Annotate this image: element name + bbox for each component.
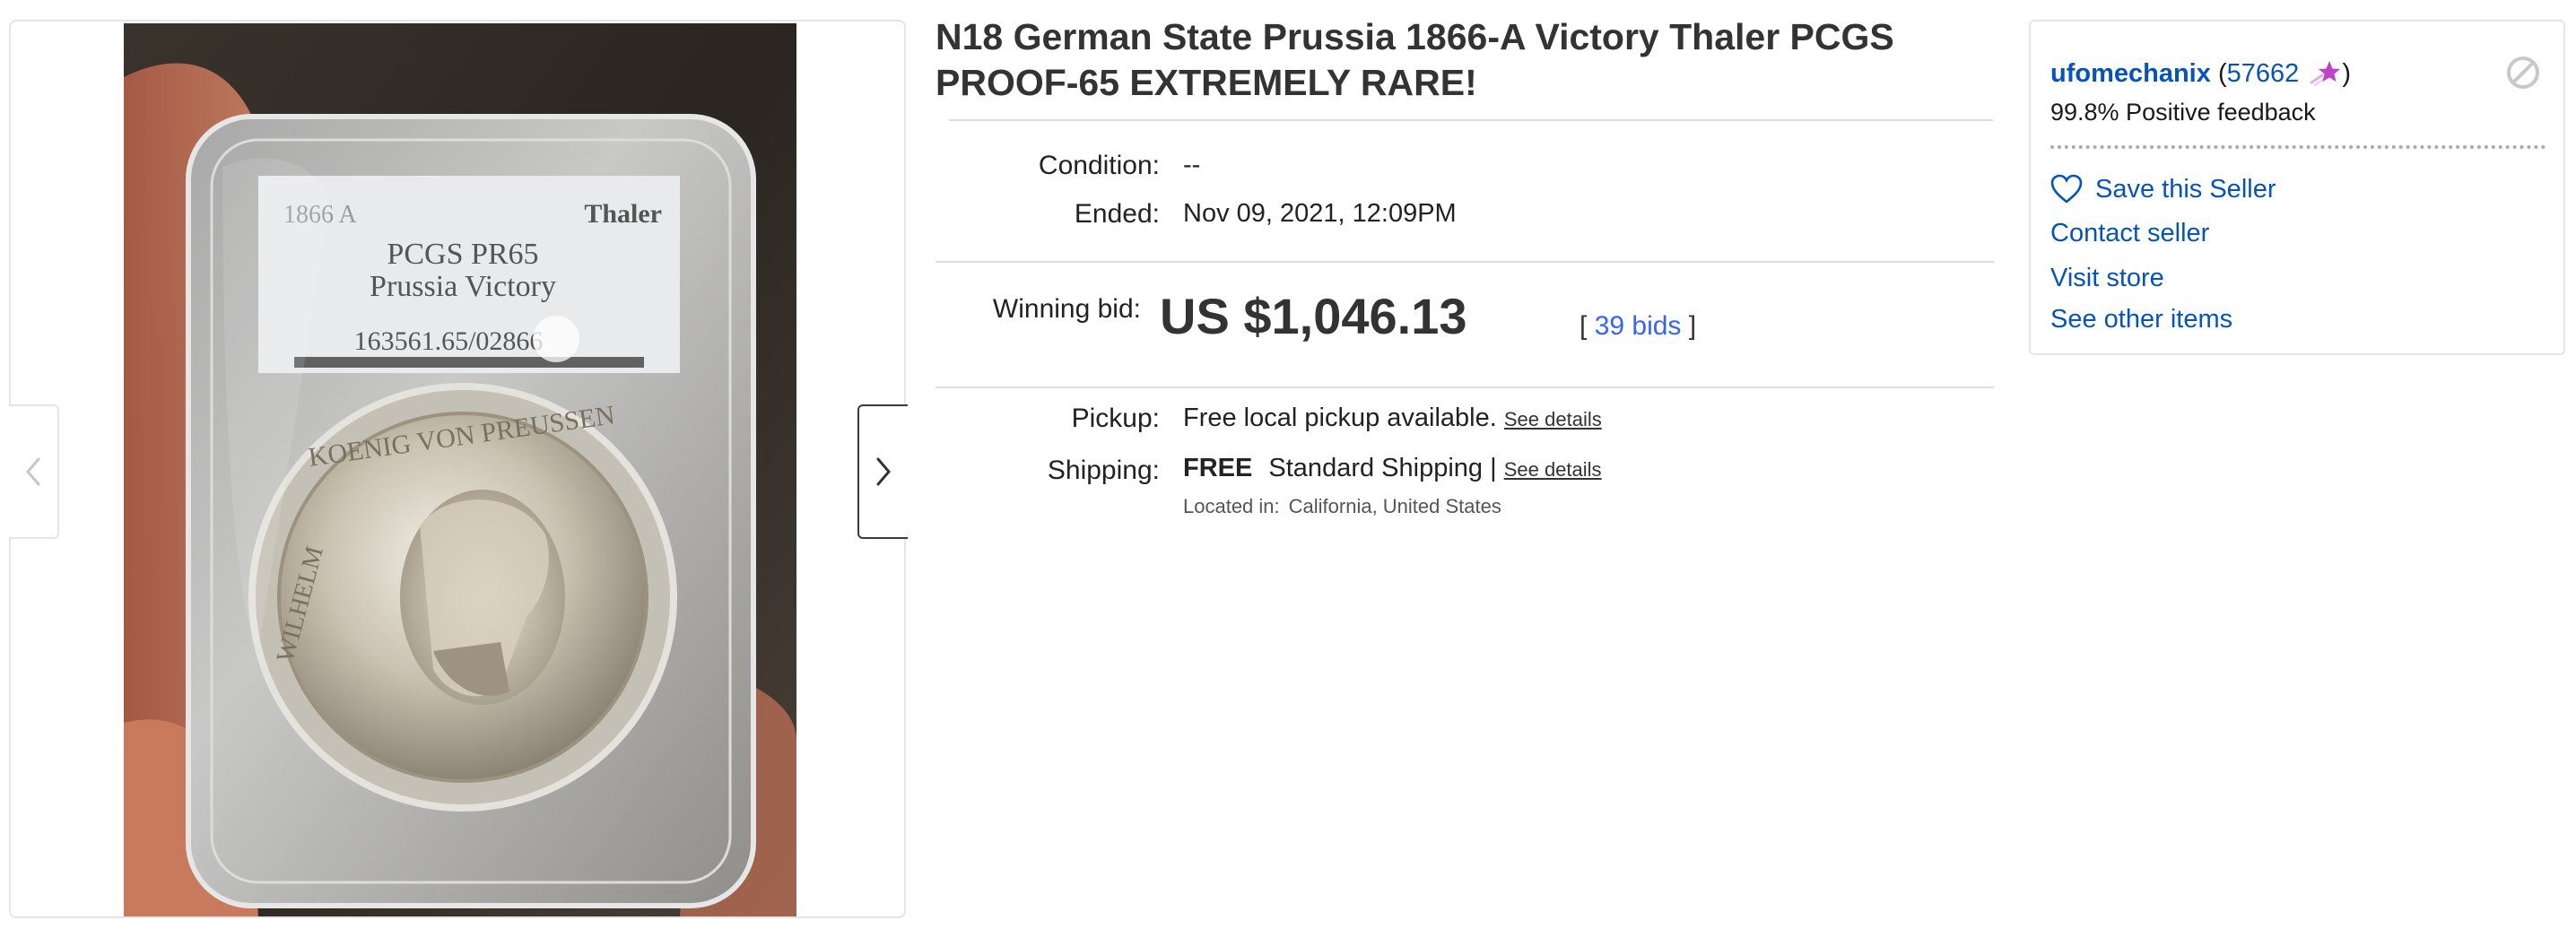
condition-value: -- [1183,151,1201,179]
ended-label: Ended: [1074,199,1160,229]
seller-info-card: ufomechanix (57662 ) 99.8% Positive feed… [2029,20,2565,355]
coin-slab-photo[interactable]: 1866 A Thaler PCGS PR65 Prussia Victory … [124,23,796,916]
slab-denomination-text: Thaler [584,199,662,229]
chevron-left-icon [26,457,40,486]
image-gallery: 1866 A Thaler PCGS PR65 Prussia Victory … [9,20,908,918]
slab-coin-name-text: Prussia Victory [370,270,556,303]
previous-image-button[interactable] [9,404,59,539]
block-icon[interactable] [2504,54,2542,91]
shipping-method: Standard Shipping | [1268,454,1497,482]
located-value: California, United States [1288,495,1501,517]
shipping-info: FREE Standard Shipping | See details [1183,454,1602,483]
save-seller-label: Save this Seller [2095,174,2276,204]
bids-close-bracket: ] [1688,311,1697,341]
winning-bid-price: US $1,046.13 [1160,288,1467,344]
chevron-right-icon [876,457,891,486]
pickup-see-details-link[interactable]: See details [1504,408,1602,430]
contact-seller-link[interactable]: Contact seller [2050,219,2209,248]
pickup-info: Free local pickup available. See details [1183,404,1602,433]
bid-count: [ 39 bids ] [1580,311,1696,342]
seller-identity: ufomechanix (57662 ) [2050,59,2351,89]
shipping-label: Shipping: [1047,456,1160,485]
bid-top-divider [936,261,1994,263]
pickup-label: Pickup: [1071,404,1160,433]
seller-card-divider [2050,145,2546,149]
positive-feedback: 99.8% Positive feedback [2050,99,2316,126]
slab-grade-text: PCGS PR65 [387,238,538,271]
feedback-close-paren: ) [2342,59,2351,88]
bids-open-bracket: [ [1580,311,1588,341]
feedback-open-paren: ( [2217,59,2227,88]
winning-bid-label: Winning bid: [992,294,1141,324]
bid-history-link[interactable]: 39 bids [1595,311,1682,341]
seller-name-link[interactable]: ufomechanix [2050,59,2211,88]
ended-value: Nov 09, 2021, 12:09PM [1183,199,1457,228]
bid-bottom-divider [936,386,1994,388]
pickup-value: Free local pickup available. [1183,404,1497,432]
see-other-items-link[interactable]: See other items [2050,305,2232,334]
heart-icon [2050,174,2083,204]
condition-label: Condition: [1038,151,1160,180]
next-image-button[interactable] [857,404,908,539]
visit-store-link[interactable]: Visit store [2050,264,2164,293]
slab-cert-number-text: 163561.65/02866 [354,326,544,356]
feedback-score-link[interactable]: 57662 [2227,59,2300,88]
located-label: Located in: [1183,495,1280,517]
purple-shooting-star-icon [2310,61,2341,86]
title-divider [949,119,1993,121]
save-seller-link[interactable]: Save this Seller [2050,174,2276,204]
coin-photo-image: 1866 A Thaler PCGS PR65 Prussia Victory … [124,23,796,916]
listing-title: N18 German State Prussia 1866-A Victory … [936,16,1894,103]
shipping-see-details-link[interactable]: See details [1504,458,1602,481]
shipping-free-text: FREE [1183,454,1253,482]
item-location: Located in: California, United States [1183,495,1501,518]
